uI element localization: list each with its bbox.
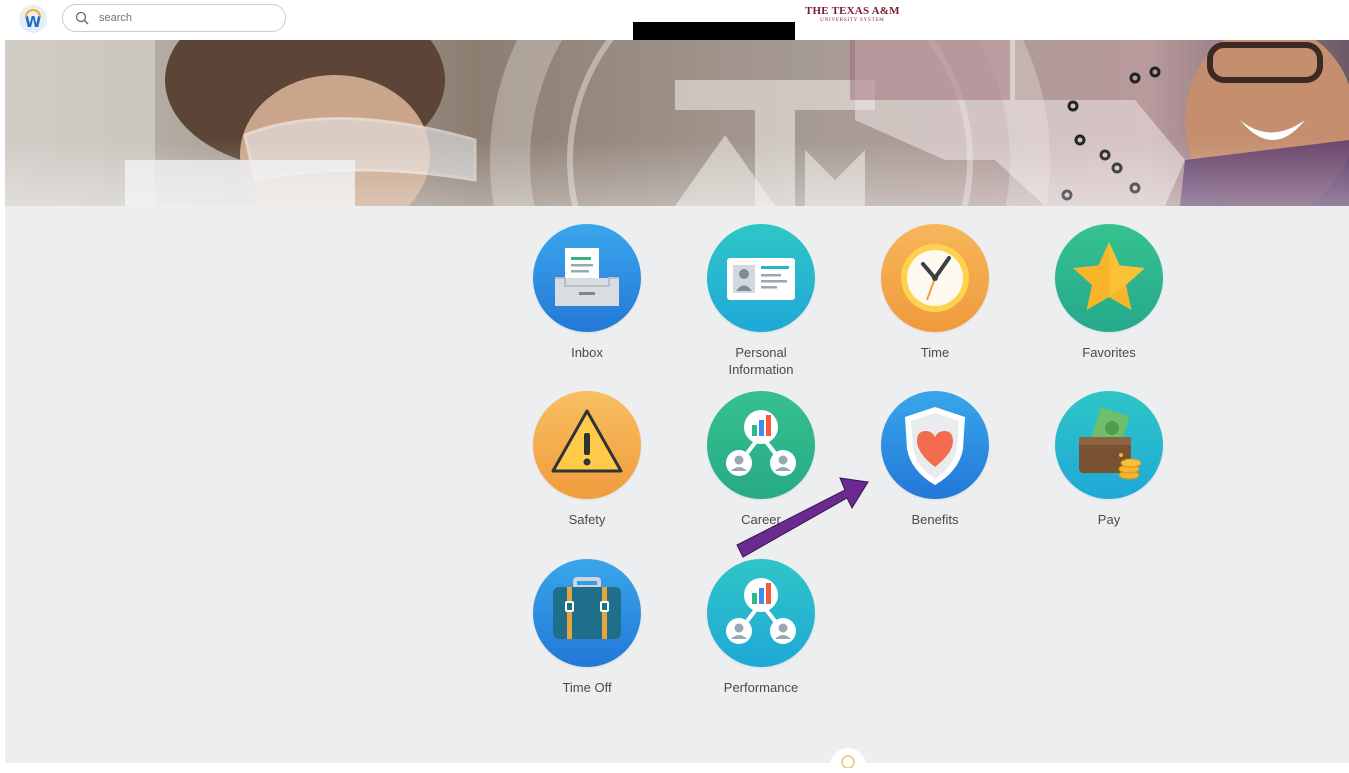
org-chart-icon xyxy=(707,391,815,499)
app-label-career: Career xyxy=(741,512,781,527)
warning-icon xyxy=(533,391,641,499)
bottom-widget-peek xyxy=(830,748,866,769)
brand-line-1: THE TEXAS A&M xyxy=(805,5,900,17)
app-tile-time[interactable]: Time xyxy=(860,224,1010,361)
app-tile-benefits[interactable]: Benefits xyxy=(860,391,1010,528)
app-label-inbox: Inbox xyxy=(571,345,603,360)
app-label-time-off: Time Off xyxy=(562,680,612,695)
app-tile-personal-information[interactable]: Personal Information xyxy=(686,224,836,378)
brand-wordmark: THE TEXAS A&M UNIVERSITY SYSTEM xyxy=(805,5,900,24)
brand-line-2: UNIVERSITY SYSTEM xyxy=(820,18,885,23)
clock-icon xyxy=(881,224,989,332)
hero-banner xyxy=(5,40,1349,206)
app-label-personal-information: Personal Information xyxy=(728,345,794,377)
app-tile-performance[interactable]: Performance xyxy=(686,559,836,696)
wallet-icon xyxy=(1055,391,1163,499)
suitcase-icon xyxy=(533,559,641,667)
app-tile-safety[interactable]: Safety xyxy=(512,391,662,528)
workday-logo[interactable]: W xyxy=(19,5,47,33)
app-label-favorites: Favorites xyxy=(1082,345,1136,360)
app-label-time: Time xyxy=(920,345,950,360)
app-label-safety: Safety xyxy=(568,512,606,527)
star-icon xyxy=(1055,224,1163,332)
app-tile-career[interactable]: Career xyxy=(686,391,836,528)
top-bar: W THE TEXAS A&M UNIVERSITY SYSTEM xyxy=(0,0,1349,45)
org-chart-icon xyxy=(707,559,815,667)
app-tile-inbox[interactable]: Inbox xyxy=(512,224,662,361)
assistant-icon xyxy=(841,755,855,769)
app-tile-time-off[interactable]: Time Off xyxy=(512,559,662,696)
app-label-pay: Pay xyxy=(1097,512,1121,527)
search-box[interactable] xyxy=(62,4,286,32)
app-tile-favorites[interactable]: Favorites xyxy=(1034,224,1184,361)
id-card-icon xyxy=(707,224,815,332)
shield-heart-icon xyxy=(881,391,989,499)
search-icon xyxy=(75,11,89,25)
banner-image xyxy=(5,40,1349,206)
app-tile-pay[interactable]: Pay xyxy=(1034,391,1184,528)
inbox-icon xyxy=(533,224,641,332)
search-input[interactable] xyxy=(97,11,271,25)
app-label-performance: Performance xyxy=(723,680,799,695)
logo-arc xyxy=(25,9,41,17)
app-label-benefits: Benefits xyxy=(911,512,959,527)
